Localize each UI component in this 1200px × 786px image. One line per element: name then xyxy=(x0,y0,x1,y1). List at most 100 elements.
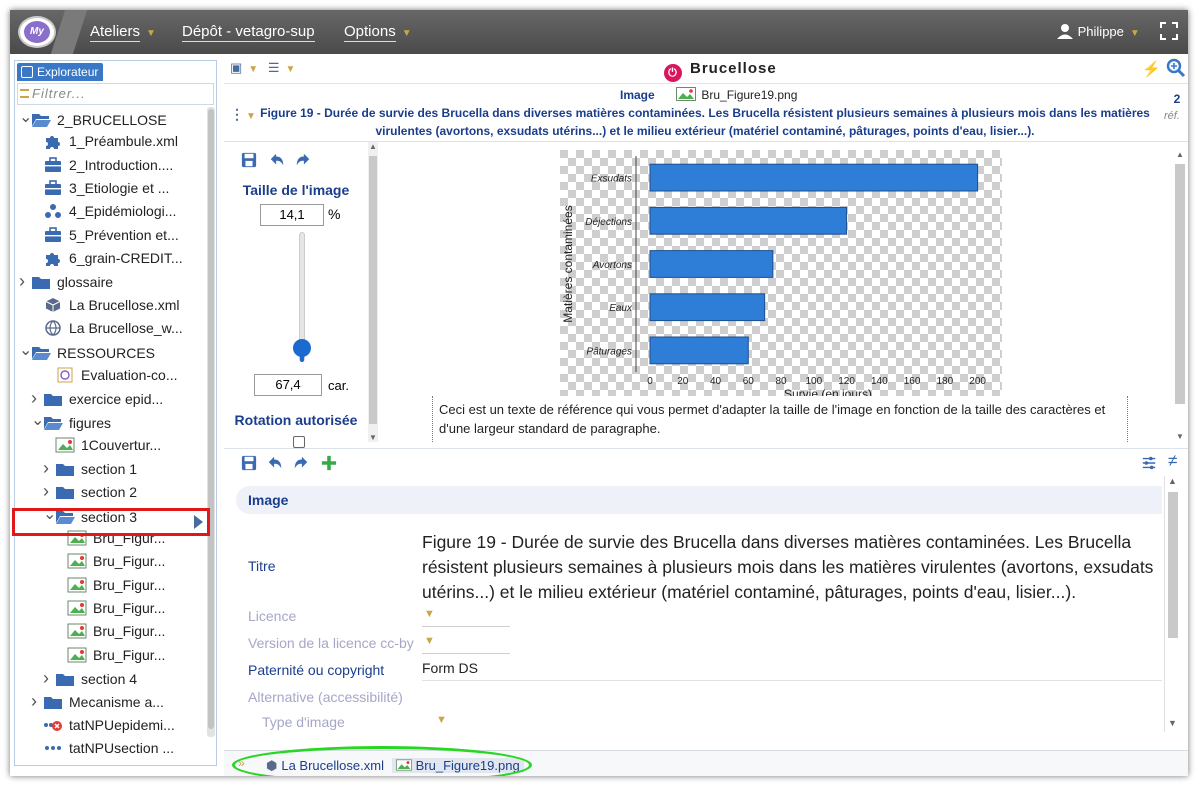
fullscreen-icon[interactable] xyxy=(1160,22,1178,40)
tree-item[interactable]: ⌄ RESSOURCES xyxy=(19,340,155,362)
tree-item[interactable]: › exercice epid... xyxy=(31,387,163,409)
paternite-value[interactable]: Form DS xyxy=(422,660,478,676)
undo-icon[interactable] xyxy=(266,455,284,471)
figure-caption-area: ⋮ ▼ Image Bru_Figure19.png Figure 19 - Du… xyxy=(224,84,1188,142)
folder-icon xyxy=(55,461,75,477)
folder-icon xyxy=(55,484,75,500)
tree-item[interactable]: tatNPUepidemi... xyxy=(31,714,175,736)
tree-item[interactable]: 2_Introduction.... xyxy=(31,154,173,176)
chevron-right-icon[interactable]: › xyxy=(19,270,31,292)
editor-scrollbar[interactable]: ▲ ▼ xyxy=(1164,476,1180,732)
caption-text: Figure 19 - Durée de survie des Brucella… xyxy=(260,106,1150,138)
type-image-dropdown[interactable]: ▼ xyxy=(436,714,447,726)
tree-item[interactable]: › section 1 xyxy=(43,457,137,479)
more-options-icon[interactable]: ⋮ ▼ xyxy=(230,106,256,123)
scroll-down-icon[interactable]: ▼ xyxy=(1168,718,1177,728)
chevron-down-icon[interactable]: ⌄ xyxy=(19,107,32,129)
chevron-down-icon[interactable]: ▼ xyxy=(285,64,295,75)
puzzle-icon xyxy=(43,250,63,266)
scrollbar-thumb[interactable] xyxy=(1168,492,1178,638)
tree-item[interactable]: 1Couvertur... xyxy=(43,434,161,456)
undo-icon[interactable] xyxy=(268,152,286,168)
chevron-down-icon[interactable]: ▼ xyxy=(248,64,258,75)
redo-icon[interactable] xyxy=(292,455,310,471)
tree-item[interactable]: 1_Préambule.xml xyxy=(31,130,178,152)
save-icon[interactable] xyxy=(240,455,258,471)
tree-item[interactable]: 5_Prévention et... xyxy=(31,224,179,246)
chevron-down-icon[interactable]: ⌄ xyxy=(19,340,32,362)
tree-item[interactable]: 3_Etiologie et ... xyxy=(31,177,169,199)
tree-item[interactable]: Bru_Figur... xyxy=(55,597,165,619)
chevron-right-icon[interactable]: › xyxy=(31,387,43,409)
chevron-down-icon: ▼ xyxy=(246,111,256,122)
tools-scrollbar[interactable]: ▲ ▼ xyxy=(368,142,378,442)
tree-item[interactable]: La Brucellose_w... xyxy=(31,317,183,339)
menu-ateliers[interactable]: Ateliers ▼ xyxy=(90,23,156,42)
version-dropdown[interactable]: ▼ xyxy=(424,635,435,647)
zoom-icon[interactable] xyxy=(1166,58,1186,78)
tree-item[interactable]: tatNPUsection ... xyxy=(31,737,174,759)
list-icon[interactable]: ☰ xyxy=(268,60,280,75)
tree-item[interactable]: Bru_Figur... xyxy=(55,550,165,572)
titre-value[interactable]: Figure 19 - Durée de survie des Brucella… xyxy=(422,530,1166,605)
chevron-right-icon[interactable]: › xyxy=(43,667,55,689)
menu-depot[interactable]: Dépôt - vetagro-sup xyxy=(182,23,315,42)
image-icon xyxy=(676,87,696,101)
caret-right-icon xyxy=(194,515,203,529)
folder-icon xyxy=(31,274,51,290)
tree-item[interactable]: ⌄ 2_BRUCELLOSE xyxy=(19,107,167,129)
y-tick-label: Déjections xyxy=(585,217,632,228)
app-logo[interactable]: My xyxy=(18,16,56,48)
tree-item[interactable]: Evaluation-co... xyxy=(43,364,178,386)
view-mode-icon[interactable]: ▣ xyxy=(230,60,242,75)
caption-file[interactable]: Bru_Figure19.png xyxy=(676,87,797,102)
licence-dropdown[interactable]: ▼ xyxy=(424,608,435,620)
paternite-label: Paternité ou copyright xyxy=(248,662,385,678)
not-equal-icon[interactable]: ≠ xyxy=(1168,451,1177,471)
scroll-up-icon[interactable]: ▲ xyxy=(1176,150,1184,159)
chevron-down-icon[interactable]: ⌄ xyxy=(31,410,44,432)
section-header: Image xyxy=(236,486,1162,514)
chevron-right-icon[interactable]: › xyxy=(43,457,55,479)
tree-item-label: Bru_Figur... xyxy=(93,623,166,640)
tree-item[interactable]: Bru_Figur... xyxy=(55,620,165,642)
save-icon[interactable] xyxy=(240,152,258,168)
menu-options[interactable]: Options ▼ xyxy=(344,23,412,42)
scrollbar-thumb[interactable] xyxy=(208,109,214,729)
chevron-down-icon: ▼ xyxy=(1129,28,1140,39)
tree-item[interactable]: Bru_Figur... xyxy=(55,644,165,666)
tree-item[interactable]: › Mecanisme a... xyxy=(31,690,164,712)
size-slider-thumb[interactable] xyxy=(293,339,311,357)
tree-item[interactable]: Bru_Figur... xyxy=(55,574,165,596)
rotation-checkbox[interactable] xyxy=(293,436,305,448)
preview-scrollbar[interactable]: ▲ ▼ xyxy=(1172,150,1188,444)
tree-item[interactable]: › glossaire xyxy=(19,270,113,292)
filter-input[interactable]: Filtrer... xyxy=(17,83,214,105)
settings-sliders-icon[interactable] xyxy=(1140,455,1158,471)
scroll-down-icon[interactable]: ▼ xyxy=(1176,432,1184,441)
scroll-up-icon[interactable]: ▲ xyxy=(369,142,377,151)
chevron-right-icon[interactable]: › xyxy=(43,480,55,502)
tree-item[interactable]: La Brucellose.xml xyxy=(31,294,180,316)
bolt-icon[interactable]: ⚡ xyxy=(1142,60,1161,78)
chevron-right-icon[interactable]: › xyxy=(31,690,43,712)
add-icon[interactable] xyxy=(320,455,338,471)
image-size-input[interactable]: 14,1 xyxy=(260,204,324,226)
tree-item[interactable]: › section 4 xyxy=(43,667,137,689)
scrollbar-thumb[interactable] xyxy=(369,156,377,424)
tree-item-label: 3_Etiologie et ... xyxy=(69,179,170,196)
tree-item[interactable]: › section 2 xyxy=(43,480,137,502)
scroll-up-icon[interactable]: ▲ xyxy=(1168,476,1177,486)
explorer-tab[interactable]: Explorateur xyxy=(17,63,104,81)
user-menu[interactable]: Philippe ▼ xyxy=(1056,22,1140,40)
reference-count[interactable]: 2 xyxy=(1168,92,1186,106)
tree-item[interactable]: 6_grain-CREDIT... xyxy=(31,247,183,269)
scroll-down-icon[interactable]: ▼ xyxy=(369,433,377,442)
redo-icon[interactable] xyxy=(294,152,312,168)
tree-item[interactable]: 4_Epidémiologi... xyxy=(31,200,176,222)
chars-input[interactable]: 67,4 xyxy=(254,374,322,396)
x-tick-label: 40 xyxy=(710,376,722,387)
tree-item[interactable]: ⌄ figures xyxy=(31,410,111,432)
explorer-scrollbar[interactable] xyxy=(207,107,215,737)
scrollbar-thumb[interactable] xyxy=(1175,164,1185,404)
